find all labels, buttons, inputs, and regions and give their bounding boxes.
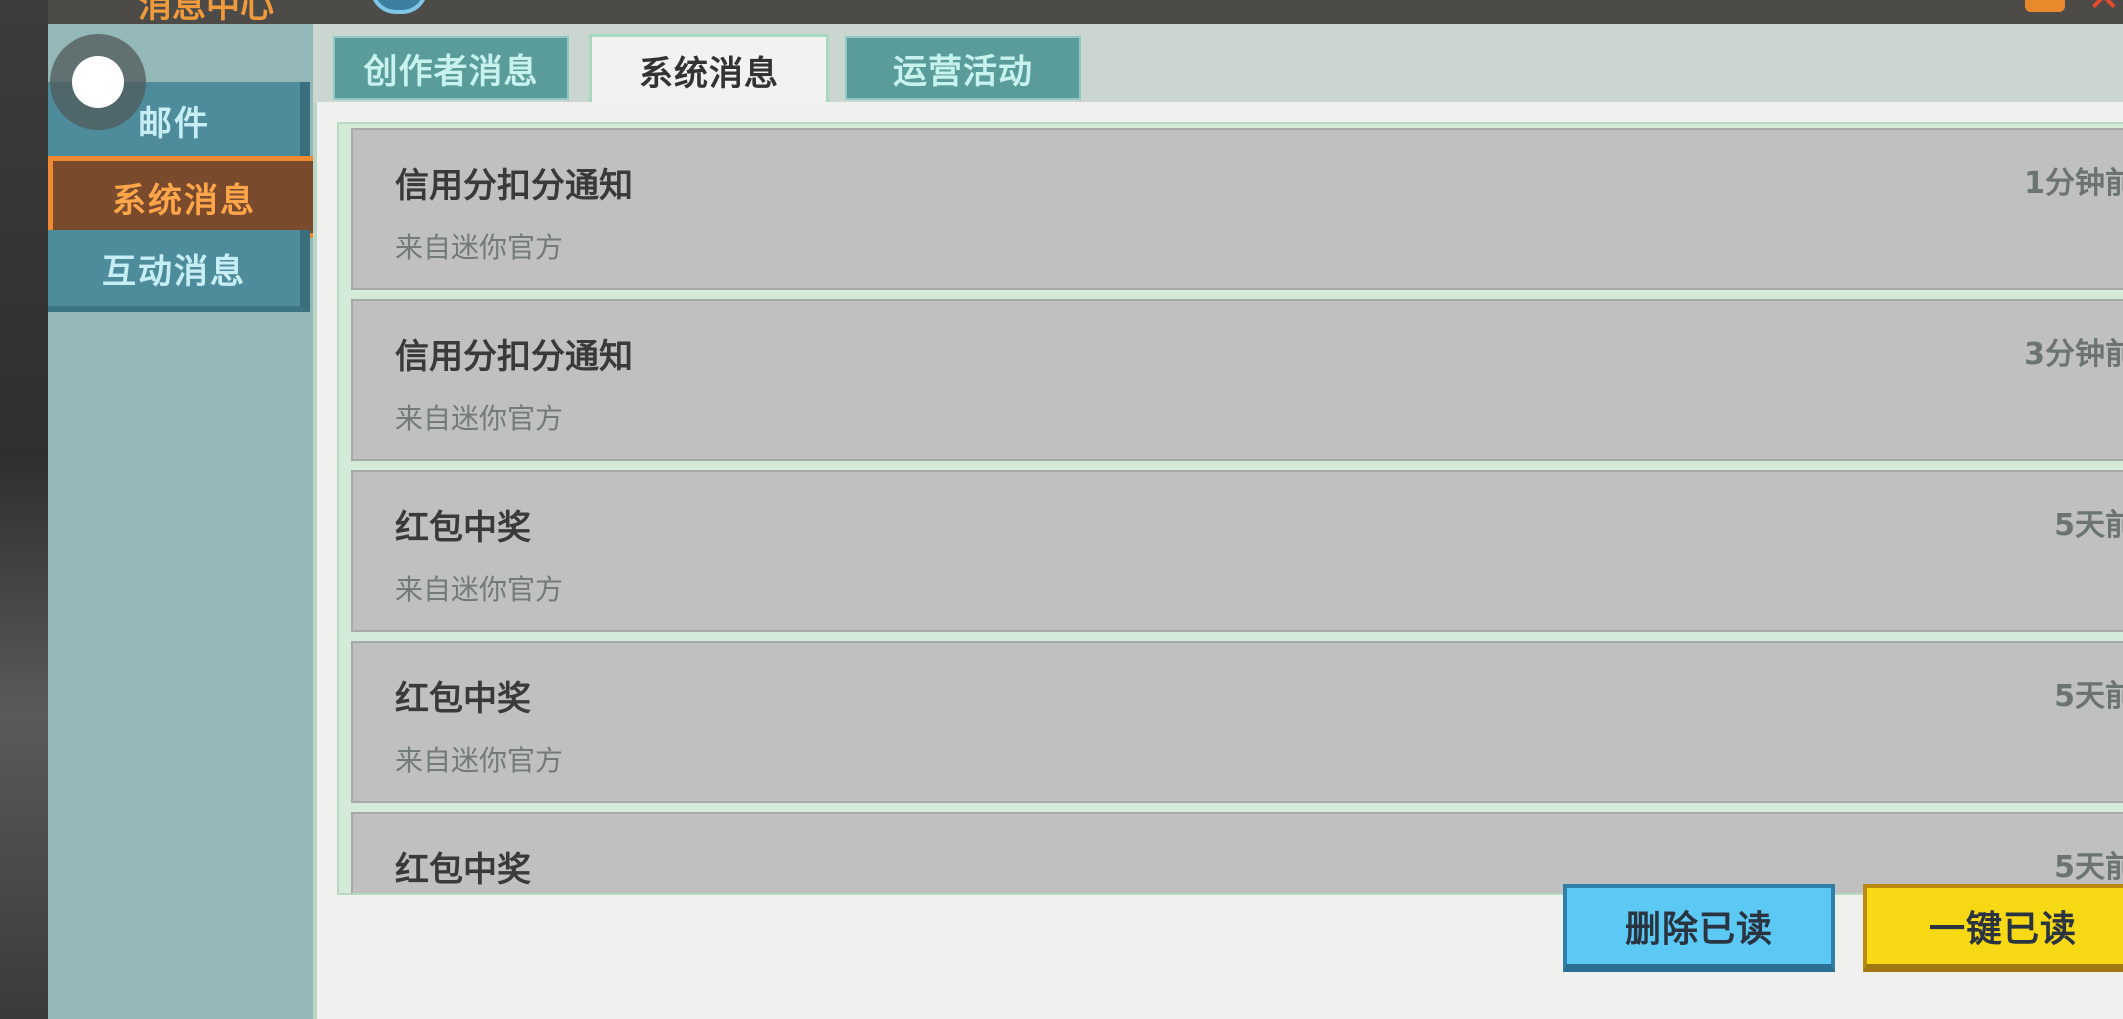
list-item[interactable]: 红包中奖 5天前 来自迷你官方 bbox=[351, 470, 2123, 632]
message-list[interactable]: 信用分扣分通知 1分钟前 来自迷你官方 信用分扣分通知 3分钟前 来自迷你官方 … bbox=[337, 122, 2123, 895]
message-time: 5天前 bbox=[2054, 508, 2123, 543]
sidebar-item-system-messages[interactable]: 系统消息 bbox=[48, 156, 320, 238]
list-item[interactable]: 红包中奖 5天前 bbox=[351, 812, 2123, 893]
message-time: 5天前 bbox=[2054, 850, 2123, 885]
tab-operation-activities[interactable]: 运营活动 bbox=[845, 36, 1081, 100]
list-item[interactable]: 红包中奖 5天前 来自迷你官方 bbox=[351, 641, 2123, 803]
button-label: 一键已读 bbox=[1928, 909, 2077, 950]
close-icon[interactable]: ✕ bbox=[2087, 0, 2123, 18]
top-bar: 消息中心 ✕ bbox=[48, 0, 2123, 26]
background-scene bbox=[0, 0, 48, 1019]
help-icon[interactable] bbox=[370, 0, 428, 14]
delete-read-button[interactable]: 删除已读 bbox=[1563, 884, 1835, 972]
message-source: 来自迷你官方 bbox=[395, 231, 564, 264]
main-panel: 创作者消息 系统消息 运营活动 信用分扣分通知 1分钟前 来自迷你官方 信用分扣… bbox=[313, 24, 2123, 1019]
sidebar-item-label: 互动消息 bbox=[102, 251, 246, 292]
sidebar-item-interaction-messages[interactable]: 互动消息 bbox=[48, 230, 310, 312]
message-title: 红包中奖 bbox=[395, 508, 531, 548]
message-time: 1分钟前 bbox=[2024, 166, 2123, 201]
list-item[interactable]: 信用分扣分通知 3分钟前 来自迷你官方 bbox=[351, 299, 2123, 461]
message-source: 来自迷你官方 bbox=[395, 573, 564, 606]
message-content-area: 信用分扣分通知 1分钟前 来自迷你官方 信用分扣分通知 3分钟前 来自迷你官方 … bbox=[313, 102, 2123, 1019]
message-time: 5天前 bbox=[2054, 679, 2123, 714]
message-title: 红包中奖 bbox=[395, 850, 531, 890]
settings-icon[interactable] bbox=[2025, 0, 2065, 12]
message-source: 来自迷你官方 bbox=[395, 744, 564, 777]
tab-label: 系统消息 bbox=[639, 54, 779, 94]
mark-all-read-button[interactable]: 一键已读 bbox=[1863, 884, 2123, 972]
message-title: 红包中奖 bbox=[395, 679, 531, 719]
tab-system-messages[interactable]: 系统消息 bbox=[589, 34, 829, 104]
sidebar: 邮件 系统消息 互动消息 bbox=[48, 24, 320, 1019]
list-item[interactable]: 信用分扣分通知 1分钟前 来自迷你官方 bbox=[351, 128, 2123, 290]
sidebar-item-label: 系统消息 bbox=[112, 180, 256, 221]
message-source: 来自迷你官方 bbox=[395, 402, 564, 435]
tab-creator-messages[interactable]: 创作者消息 bbox=[333, 36, 569, 100]
floating-assistive-button[interactable] bbox=[50, 34, 146, 130]
button-label: 删除已读 bbox=[1624, 909, 1773, 950]
tab-label: 运营活动 bbox=[893, 51, 1033, 92]
window-title: 消息中心 bbox=[138, 0, 274, 26]
message-title: 信用分扣分通知 bbox=[395, 337, 633, 377]
message-time: 3分钟前 bbox=[2024, 337, 2123, 372]
tab-label: 创作者消息 bbox=[363, 51, 539, 92]
message-title: 信用分扣分通知 bbox=[395, 166, 633, 206]
sidebar-item-label: 邮件 bbox=[138, 103, 210, 144]
